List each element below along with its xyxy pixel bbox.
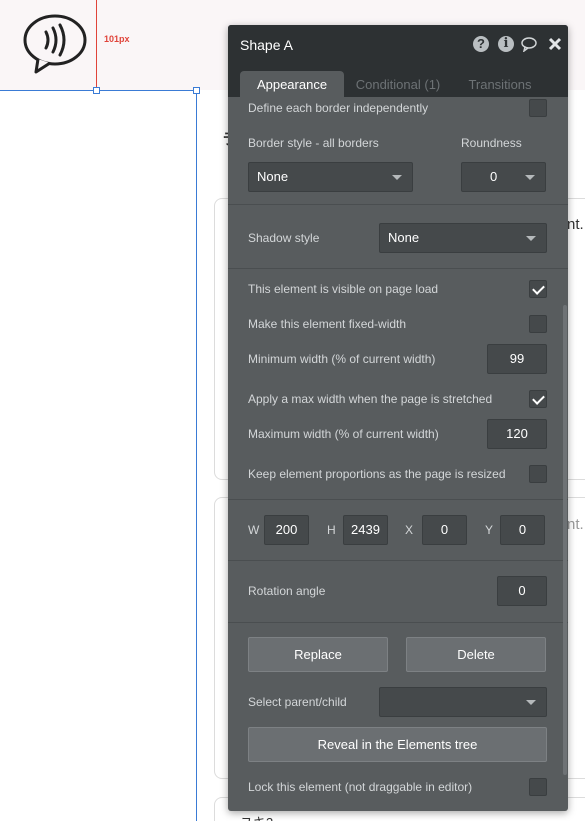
info-icon[interactable]: i: [498, 36, 514, 52]
resize-handle-top[interactable]: [93, 87, 100, 94]
rotation-angle-input[interactable]: 0: [497, 576, 547, 606]
canvas-card-text: nt.: [567, 516, 584, 533]
fixed-width-checkbox[interactable]: [529, 315, 547, 333]
panel-title: Shape A: [240, 37, 293, 53]
height-input[interactable]: 2439: [343, 515, 388, 545]
help-icon[interactable]: ?: [473, 36, 489, 52]
define-border-label: Define each border independently: [248, 101, 429, 115]
apply-max-width-checkbox[interactable]: [529, 390, 547, 408]
section-divider: [228, 499, 568, 500]
min-width-input[interactable]: 99: [487, 344, 547, 374]
section-divider: [228, 622, 568, 623]
delete-button[interactable]: Delete: [406, 637, 546, 672]
max-width-label: Maximum width (% of current width): [248, 427, 439, 441]
reveal-in-elements-tree-button[interactable]: Reveal in the Elements tree: [248, 727, 547, 762]
x-field-label: X: [405, 523, 414, 537]
panel-header: Shape A ? i Appearance Conditional (1) T…: [228, 25, 568, 99]
fixed-width-label: Make this element fixed-width: [248, 317, 407, 331]
speech-bubble-logo-icon: [23, 14, 87, 74]
resize-handle-top-right[interactable]: [193, 87, 200, 94]
tab-transitions[interactable]: Transitions: [456, 71, 544, 99]
section-divider: [228, 268, 568, 269]
apply-max-width-label: Apply a max width when the page is stret…: [248, 392, 493, 406]
canvas-card-text: nt.: [567, 216, 584, 233]
canvas-card-text: ユキ3: [240, 812, 273, 821]
rotation-angle-label: Rotation angle: [248, 584, 326, 598]
min-width-label: Minimum width (% of current width): [248, 352, 436, 366]
select-parent-dropdown[interactable]: [379, 687, 547, 717]
shadow-style-dropdown[interactable]: None: [379, 223, 547, 253]
section-divider: [228, 560, 568, 561]
x-input[interactable]: 0: [422, 515, 467, 545]
selection-outline-right: [196, 90, 197, 821]
close-icon[interactable]: [547, 36, 563, 52]
lock-element-label: Lock this element (not draggable in edit…: [248, 780, 473, 794]
border-style-value: None: [257, 169, 289, 184]
keep-proportions-checkbox[interactable]: [529, 465, 547, 483]
dropdown-caret-icon: [526, 236, 536, 241]
border-style-dropdown[interactable]: None: [248, 162, 413, 192]
visible-on-load-checkbox[interactable]: [529, 280, 547, 298]
max-width-input[interactable]: 120: [487, 419, 547, 449]
height-field-label: H: [327, 523, 336, 537]
tab-conditional[interactable]: Conditional (1): [348, 71, 448, 99]
dropdown-caret-icon: [392, 175, 402, 180]
roundness-value: 0: [490, 169, 498, 184]
dropdown-caret-icon: [526, 700, 536, 705]
border-style-label: Border style - all borders: [248, 136, 379, 150]
width-field-label: W: [248, 523, 260, 537]
y-field-label: Y: [485, 523, 494, 537]
y-input[interactable]: 0: [500, 515, 545, 545]
tab-appearance[interactable]: Appearance: [240, 71, 344, 99]
panel-scrollbar[interactable]: [563, 305, 567, 775]
roundness-dropdown[interactable]: 0: [461, 162, 546, 192]
lock-element-checkbox[interactable]: [529, 778, 547, 796]
define-border-checkbox[interactable]: [529, 99, 547, 117]
shadow-style-value: None: [388, 230, 420, 245]
comment-icon[interactable]: [521, 36, 537, 52]
property-editor-panel: Shape A ? i Appearance Conditional (1) T…: [228, 25, 568, 811]
keep-proportions-label: Keep element proportions as the page is …: [248, 467, 506, 481]
distance-guide-label: 101px: [104, 34, 130, 44]
visible-on-load-label: This element is visible on page load: [248, 282, 439, 296]
select-parent-label: Select parent/child: [248, 695, 347, 709]
section-divider: [228, 204, 568, 205]
roundness-label: Roundness: [461, 136, 522, 150]
distance-guide-line: [96, 0, 97, 91]
width-input[interactable]: 200: [264, 515, 309, 545]
dropdown-caret-icon: [525, 175, 535, 180]
shadow-style-label: Shadow style: [248, 231, 320, 245]
replace-button[interactable]: Replace: [248, 637, 388, 672]
